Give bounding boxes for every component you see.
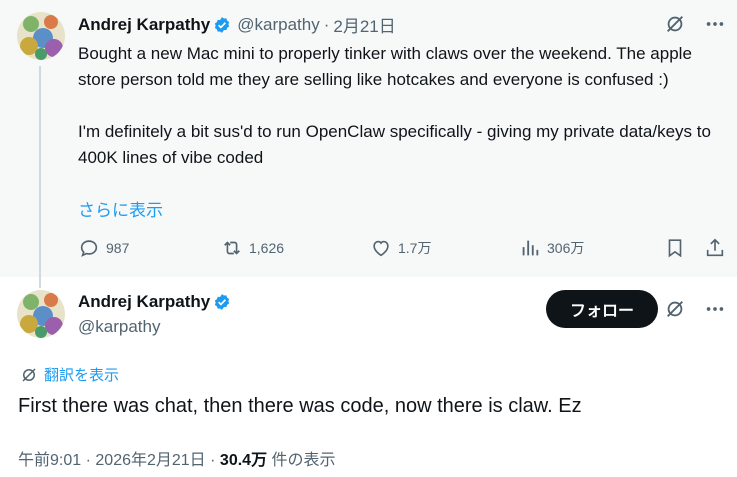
avatar[interactable] — [17, 12, 65, 60]
verified-badge-icon — [213, 293, 231, 311]
repost-icon — [224, 241, 240, 255]
views-button[interactable]: 306万 — [519, 237, 584, 259]
reply-button[interactable]: 987 — [78, 237, 129, 259]
author-handle[interactable]: @karpathy — [78, 317, 231, 337]
action-bar: 987 1,626 1.7万 306万 — [78, 237, 728, 263]
grok-icon[interactable] — [663, 12, 687, 36]
tweet-meta: 午前9:01 · 2026年2月21日 · 30.4万 件の表示 — [18, 446, 336, 470]
repost-count: 1,626 — [249, 240, 285, 256]
tweet-text: Bought a new Mac mini to properly tinker… — [78, 44, 711, 167]
share-icon — [706, 238, 724, 257]
like-count: 1.7万 — [398, 240, 432, 256]
avatar[interactable] — [17, 290, 65, 338]
tweet-date[interactable]: 2026年2月21日 — [95, 452, 205, 469]
verified-badge-icon — [213, 16, 231, 34]
translate-link[interactable]: 翻訳を表示 — [20, 364, 119, 385]
thread-connector-line — [39, 66, 41, 288]
separator-dot: · — [210, 452, 216, 469]
author-name[interactable]: Andrej Karpathy — [78, 292, 210, 312]
main-tweet-header: Andrej Karpathy @karpathy — [78, 292, 231, 337]
view-count: 306万 — [547, 240, 585, 256]
reply-count: 987 — [106, 240, 130, 256]
like-icon — [373, 240, 389, 257]
follow-button[interactable]: フォロー — [546, 290, 658, 328]
author-handle[interactable]: @karpathy — [237, 15, 319, 35]
view-count[interactable]: 30.4万 — [220, 452, 267, 469]
grok-icon[interactable] — [663, 297, 687, 321]
tweet-text: First there was chat, then there was cod… — [18, 395, 582, 417]
tweet-time[interactable]: 午前9:01 — [18, 452, 81, 469]
repost-button[interactable]: 1,626 — [221, 237, 284, 259]
parent-tweet[interactable]: Andrej Karpathy @karpathy · 2月21日 Bought… — [0, 0, 737, 288]
bookmark-button[interactable] — [664, 237, 686, 259]
author-name[interactable]: Andrej Karpathy — [78, 15, 210, 35]
separator-dot: · — [85, 452, 91, 469]
tweet-date[interactable]: 2月21日 — [333, 12, 395, 37]
translate-icon — [22, 367, 36, 382]
reply-icon — [80, 240, 98, 257]
separator-dot: · — [323, 14, 330, 34]
views-icon — [522, 240, 539, 256]
more-icon[interactable] — [703, 12, 727, 36]
share-button[interactable] — [704, 237, 726, 259]
more-icon[interactable] — [703, 297, 727, 321]
show-more-link[interactable]: さらに表示 — [78, 196, 163, 221]
like-button[interactable]: 1.7万 — [370, 237, 431, 259]
view-label: 件の表示 — [267, 452, 336, 469]
bookmark-icon — [668, 239, 682, 258]
translate-label: 翻訳を表示 — [44, 367, 120, 384]
